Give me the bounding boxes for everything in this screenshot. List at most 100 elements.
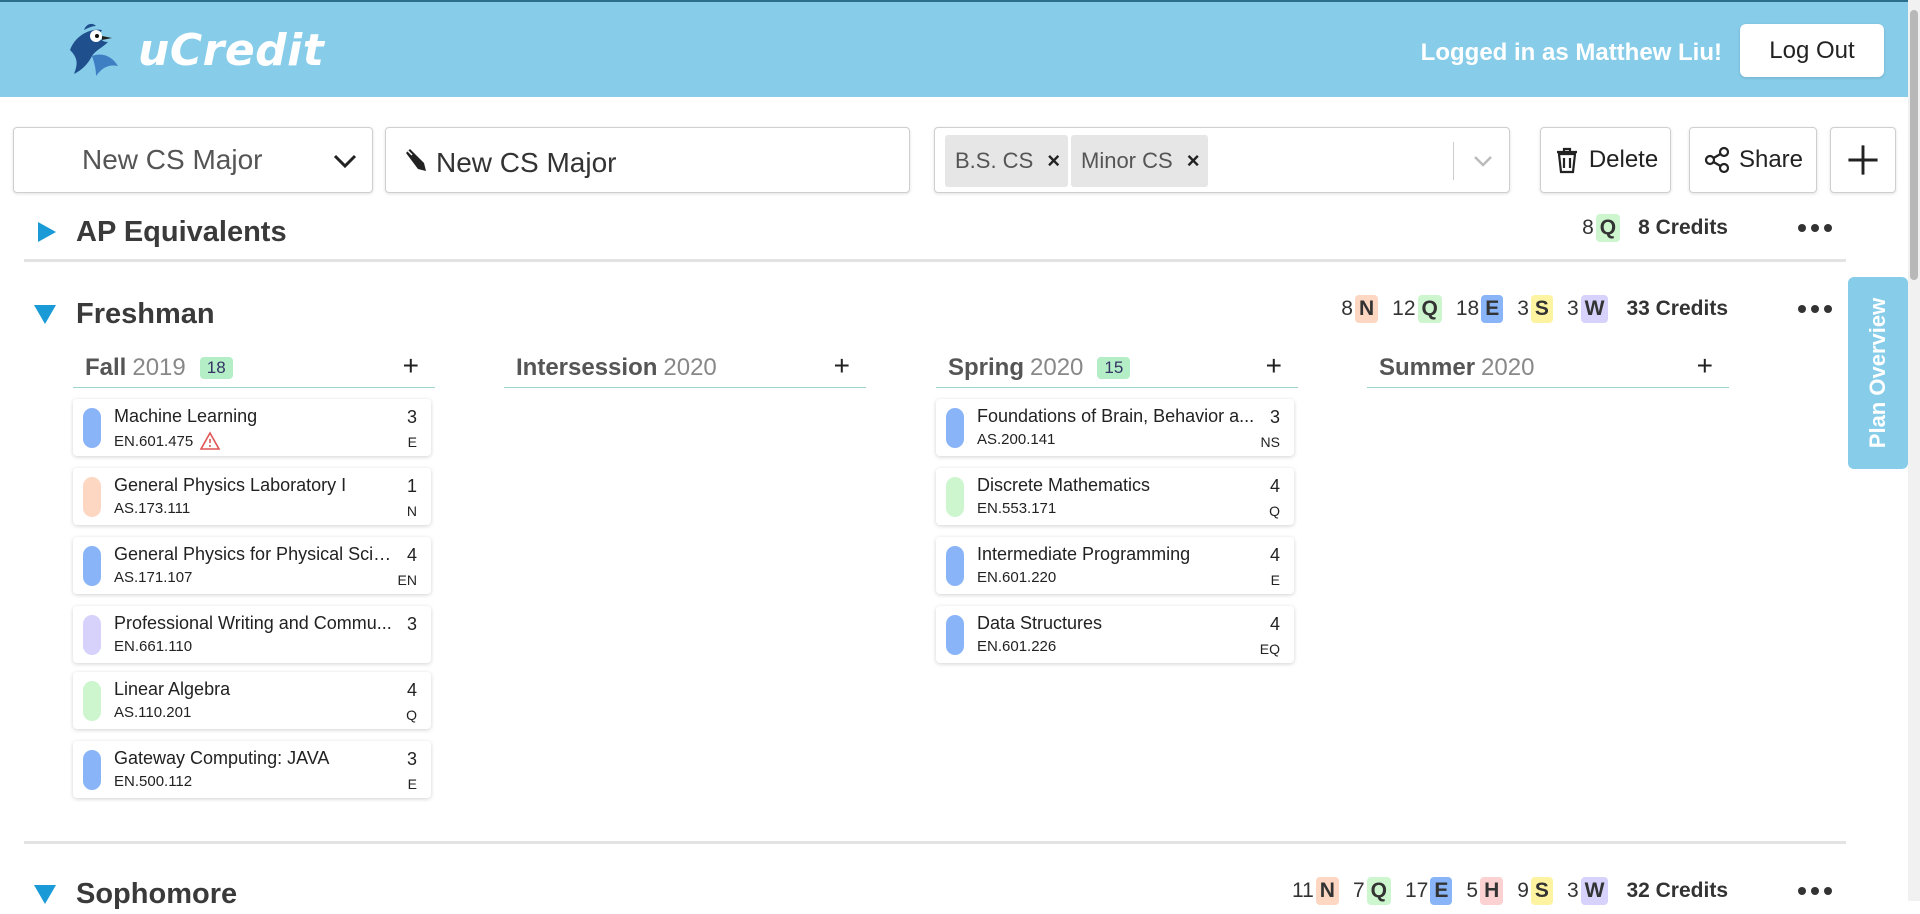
- course-card[interactable]: Discrete Mathematics EN.553.171 4 Q: [936, 468, 1294, 525]
- course-title: Professional Writing and Commu...: [114, 613, 392, 633]
- delete-label: Delete: [1588, 146, 1659, 173]
- area-stat: 3S: [1517, 295, 1553, 323]
- area-count: 17: [1405, 879, 1429, 902]
- course-card[interactable]: Data Structures EN.601.226 4 EQ: [936, 606, 1294, 663]
- course-credits: 3: [406, 749, 417, 769]
- semester-fall-2019: Fall 2019 18 +: [73, 348, 435, 388]
- semester-spring-2020: Spring 2020 15 +: [936, 348, 1298, 388]
- area-color-bar: [83, 477, 101, 517]
- semester-term: Spring: [948, 353, 1024, 381]
- add-course-icon[interactable]: +: [403, 350, 419, 382]
- semester-credit-badge: 15: [1097, 356, 1131, 379]
- course-area: E: [407, 776, 417, 792]
- course-title: Gateway Computing: JAVA: [114, 748, 330, 768]
- course-credits: 4: [406, 680, 417, 700]
- bluejay-logo-icon: [70, 23, 118, 76]
- share-button[interactable]: Share: [1689, 127, 1817, 193]
- plan-select[interactable]: New CS Major: [13, 127, 373, 193]
- area-stat: 8 Q: [1582, 214, 1621, 242]
- warning-icon[interactable]: [199, 431, 221, 451]
- area-count: 5: [1466, 879, 1479, 902]
- course-number-row: AS.200.141: [977, 431, 1055, 448]
- delete-button[interactable]: Delete: [1540, 127, 1671, 193]
- semester-header: Summer 2020 +: [1367, 348, 1729, 388]
- area-count: 3: [1566, 879, 1579, 902]
- scrollbar-thumb[interactable]: [1910, 10, 1918, 280]
- course-card[interactable]: Intermediate Programming EN.601.220 4 E: [936, 537, 1294, 594]
- year-freshman-header[interactable]: Freshman: [34, 294, 215, 334]
- course-card[interactable]: Foundations of Brain, Behavior a... AS.2…: [936, 399, 1294, 456]
- semester-header: Fall 2019 18 +: [73, 348, 435, 388]
- course-number: AS.110.201: [114, 704, 192, 721]
- course-area: N: [406, 503, 417, 519]
- share-label: Share: [1738, 146, 1804, 173]
- app-logo[interactable]: uCredit: [62, 20, 324, 80]
- course-card[interactable]: General Physics for Physical Scien... AS…: [73, 537, 431, 594]
- course-number: EN.500.112: [114, 773, 193, 790]
- course-area: E: [407, 434, 417, 450]
- course-number: AS.200.141: [977, 431, 1056, 448]
- course-number-row: EN.661.110: [114, 638, 192, 655]
- area-color-bar: [83, 408, 101, 448]
- major-chip-label: B.S. CS: [955, 148, 1034, 173]
- add-course-icon[interactable]: +: [834, 350, 850, 382]
- course-number-row: AS.110.201: [114, 704, 191, 721]
- course-card[interactable]: Linear Algebra AS.110.201 4 Q: [73, 672, 431, 729]
- year-credits: 8 Credits: [1638, 216, 1728, 239]
- logout-button[interactable]: Log Out: [1740, 24, 1884, 77]
- course-area: Q: [1269, 503, 1280, 519]
- area-count: 3: [1517, 297, 1529, 320]
- major-multiselect[interactable]: B.S. CS × Minor CS ×: [934, 127, 1510, 193]
- course-card[interactable]: Gateway Computing: JAVA EN.500.112 3 E: [73, 741, 431, 798]
- area-color-bar: [83, 750, 101, 790]
- year-ap-menu-icon[interactable]: [1798, 208, 1832, 248]
- course-area: EQ: [1259, 641, 1280, 657]
- area-count: 3: [1566, 297, 1579, 320]
- course-credits: 3: [1269, 407, 1280, 427]
- area-color-bar: [83, 615, 101, 655]
- course-title: Foundations of Brain, Behavior a...: [977, 406, 1255, 426]
- add-plan-button[interactable]: [1830, 127, 1896, 193]
- course-credits: 4: [406, 545, 417, 565]
- plan-name-input[interactable]: New CS Major: [385, 127, 910, 193]
- chevron-down-icon[interactable]: [1470, 148, 1496, 174]
- area-stat: 12 Q: [1392, 295, 1442, 323]
- course-number: EN.601.475: [114, 432, 194, 450]
- area-stat: 8N: [1341, 295, 1379, 323]
- course-number: AS.171.107: [114, 569, 193, 586]
- collapse-triangle-icon[interactable]: [34, 304, 56, 324]
- plan-overview-tab[interactable]: Plan Overview: [1848, 277, 1908, 469]
- area-count: 12: [1392, 297, 1416, 320]
- course-card[interactable]: General Physics Laboratory I AS.173.111 …: [73, 468, 431, 525]
- course-title: Discrete Mathematics: [977, 475, 1151, 495]
- year-sophomore-menu-icon[interactable]: [1798, 871, 1832, 911]
- course-card[interactable]: Machine Learning EN.601.475 3 E: [73, 399, 431, 456]
- select-separator: [1453, 142, 1454, 180]
- course-number: AS.173.111: [114, 500, 191, 517]
- page-scrollbar[interactable]: [1908, 0, 1920, 901]
- year-ap-header[interactable]: AP Equivalents: [34, 212, 287, 252]
- add-course-icon[interactable]: +: [1697, 350, 1713, 382]
- plan-name-value: New CS Major: [436, 147, 617, 178]
- course-number-row: EN.553.171: [977, 500, 1056, 517]
- course-number: EN.601.226: [977, 638, 1057, 655]
- area-color-bar: [946, 615, 964, 655]
- course-card[interactable]: Professional Writing and Commu... EN.661…: [73, 606, 431, 663]
- area-count: 8: [1341, 297, 1353, 320]
- course-number: EN.661.110: [114, 638, 193, 655]
- semester-header: Intersession 2020 +: [504, 348, 866, 388]
- course-credits: 3: [406, 614, 417, 634]
- remove-chip-icon[interactable]: ×: [1047, 148, 1060, 174]
- area-count: 11: [1291, 879, 1314, 902]
- add-course-icon[interactable]: +: [1266, 350, 1282, 382]
- expand-triangle-icon[interactable]: [38, 222, 56, 242]
- area-badge: W: [1580, 295, 1609, 323]
- plan-select-value: New CS Major: [82, 144, 263, 175]
- year-freshman-menu-icon[interactable]: [1798, 289, 1832, 329]
- app-name: uCredit: [138, 24, 325, 76]
- year-sophomore-header[interactable]: Sophomore: [34, 874, 237, 914]
- area-badge: N: [1354, 295, 1379, 323]
- area-badge: Q: [1417, 295, 1442, 323]
- semester-year: 2020: [1030, 353, 1084, 381]
- remove-chip-icon[interactable]: ×: [1187, 148, 1200, 174]
